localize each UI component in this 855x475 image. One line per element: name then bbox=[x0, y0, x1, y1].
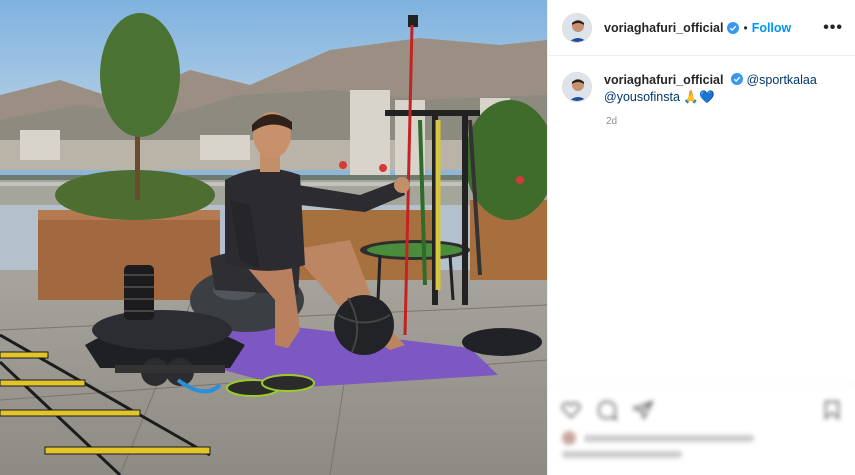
post-timestamp[interactable]: 2d bbox=[606, 116, 855, 127]
blurred-actions-area bbox=[548, 382, 855, 475]
avatar-image bbox=[563, 13, 591, 42]
verified-badge-icon bbox=[727, 21, 740, 34]
caption-username[interactable]: voriaghafuri_official bbox=[604, 73, 723, 87]
author-username[interactable]: voriaghafuri_official bbox=[604, 21, 723, 35]
caption-emoji: 🙏💙 bbox=[683, 90, 715, 104]
post-sidebar: voriaghafuri_official • Follow ••• voria… bbox=[547, 0, 855, 475]
follow-button[interactable]: Follow bbox=[752, 21, 792, 35]
caption-text: voriaghafuri_official @sportkalaa @youso… bbox=[604, 72, 834, 106]
header-separator: • bbox=[743, 20, 748, 35]
verified-badge-icon bbox=[730, 73, 743, 85]
likes-summary bbox=[548, 421, 855, 445]
post-photo[interactable] bbox=[0, 0, 547, 475]
author-avatar[interactable] bbox=[562, 12, 592, 43]
liker-avatar bbox=[562, 431, 576, 445]
bookmark-icon[interactable] bbox=[821, 399, 843, 421]
more-options-button[interactable]: ••• bbox=[823, 19, 843, 37]
caption-avatar[interactable] bbox=[562, 72, 592, 102]
post-header: voriaghafuri_official • Follow ••• bbox=[548, 0, 855, 56]
comment-icon[interactable] bbox=[596, 399, 618, 421]
heart-icon[interactable] bbox=[560, 399, 582, 421]
caption-comment: voriaghafuri_official @sportkalaa @youso… bbox=[548, 56, 855, 106]
likes-text-blurred bbox=[584, 434, 754, 442]
avatar-image bbox=[563, 73, 591, 101]
share-icon[interactable] bbox=[632, 399, 654, 421]
post-photo-illustration bbox=[0, 0, 547, 475]
caption-mention-link[interactable]: @sportkalaa bbox=[746, 73, 816, 87]
instagram-post: voriaghafuri_official • Follow ••• voria… bbox=[0, 0, 855, 475]
action-bar bbox=[548, 383, 855, 421]
likes-summary-line bbox=[548, 445, 855, 458]
caption-mention-link[interactable]: @yousofinsta bbox=[604, 90, 680, 104]
likes-count-blurred bbox=[562, 451, 682, 458]
